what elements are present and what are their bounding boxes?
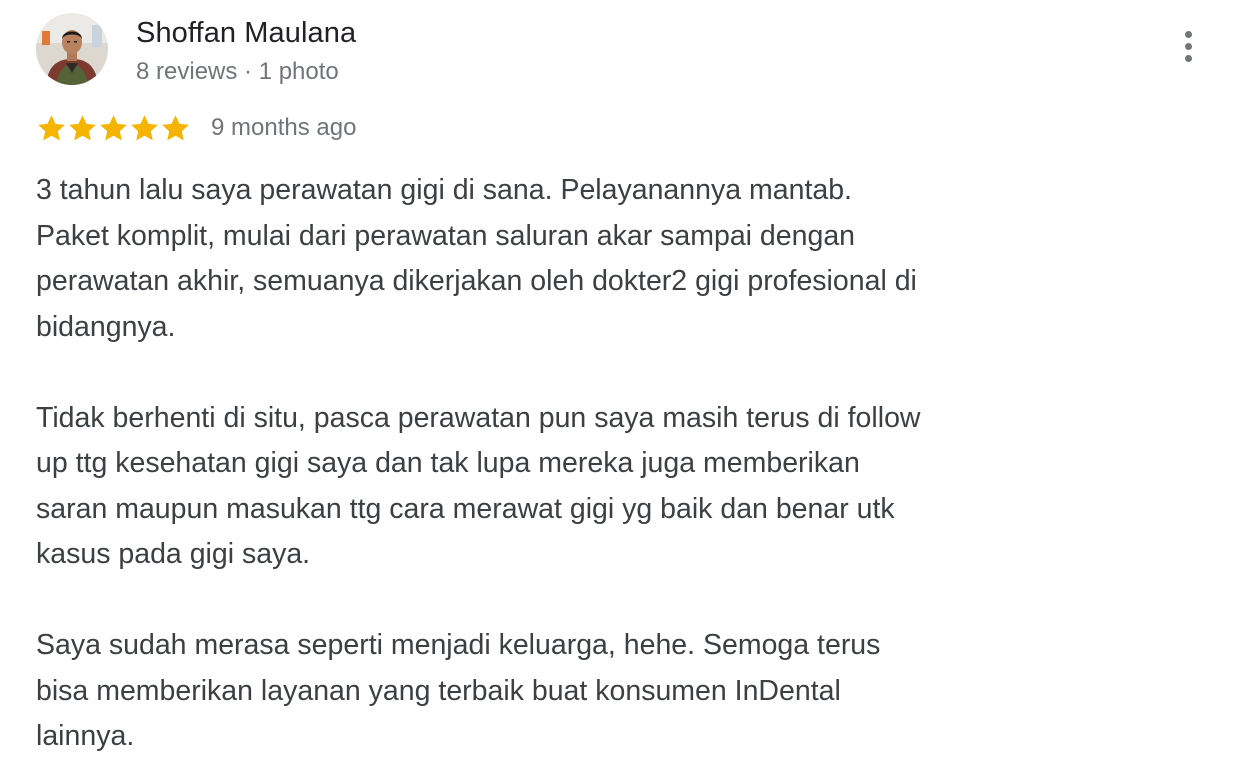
more-vert-icon-dot-top: [1184, 30, 1192, 38]
star-icon: [38, 114, 65, 140]
more-vert-icon-dot-bottom: [1184, 54, 1192, 62]
user-photo-avatar-icon: [36, 13, 108, 85]
star-rating: [36, 113, 191, 144]
reviewer-meta[interactable]: 8 reviews · 1 photo: [136, 58, 339, 86]
star-icon: [162, 114, 189, 140]
more-options-button[interactable]: [1168, 24, 1208, 68]
review-text: 3 tahun lalu saya perawatan gigi di sana…: [36, 168, 1036, 760]
star-icon: [131, 114, 158, 140]
star-icon: [100, 114, 127, 140]
review-paragraph-2: Tidak berhenti di situ, pasca perawatan …: [36, 401, 921, 571]
star-icon: [69, 114, 96, 140]
reviewer-name[interactable]: Shoffan Maulana: [136, 17, 356, 50]
review-paragraph-3: Saya sudah merasa seperti menjadi keluar…: [36, 629, 881, 752]
review-time: 9 months ago: [211, 114, 357, 141]
review-paragraph-1: 3 tahun lalu saya perawatan gigi di sana…: [36, 174, 917, 343]
more-vert-icon-dot-middle: [1184, 42, 1192, 50]
reviewer-avatar[interactable]: [36, 13, 108, 85]
rating-row: 9 months ago: [36, 108, 356, 148]
